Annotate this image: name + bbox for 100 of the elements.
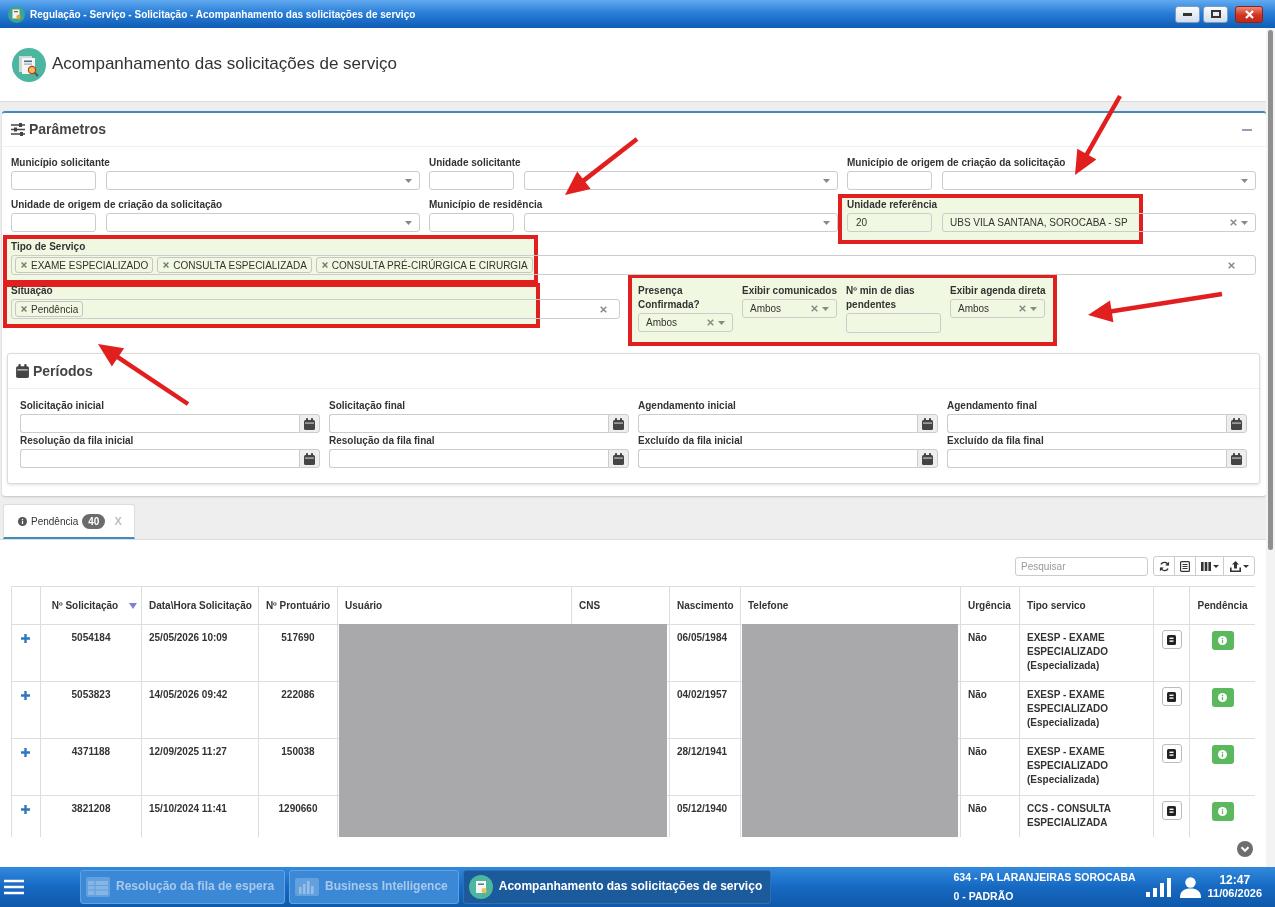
taskbar-button[interactable]: Acompanhamento das solicitações de serviço [462,870,772,904]
document-icon [1167,748,1176,759]
column-header[interactable]: Nº Prontuário [258,586,338,625]
menu-icon[interactable] [4,879,24,895]
date-field[interactable] [20,414,299,433]
plus-icon[interactable] [21,805,30,814]
details-button[interactable] [1161,687,1182,706]
calendar-button[interactable] [1226,414,1247,433]
refresh-icon [1158,560,1170,572]
tab[interactable]: Pendência 40 X [3,504,135,539]
close-button[interactable] [1235,5,1263,23]
details-button[interactable] [1161,744,1182,763]
export-button[interactable] [1223,556,1255,576]
select-field[interactable]: UBS VILA SANTANA, SOROCABA - SP [942,213,1256,232]
calendar-icon [613,417,624,430]
panel-title: Parâmetros [29,120,107,139]
info-icon [1218,807,1227,816]
multi-select-field[interactable]: Pendência [11,299,620,319]
remove-icon [21,306,27,312]
calendar-button[interactable] [1226,449,1247,468]
tag-chip[interactable]: CONSULTA ESPECIALIZADA [157,257,312,273]
plus-icon[interactable] [21,691,30,700]
date-field[interactable] [329,414,608,433]
code-field[interactable] [429,171,514,190]
field-label: Exibir agenda direta [950,284,1047,298]
clear-icon [1228,261,1235,269]
calendar-button[interactable] [917,414,938,433]
search-field[interactable]: Pesquisar [1015,556,1148,576]
date-field[interactable] [638,449,917,468]
calendar-button[interactable] [608,414,629,433]
field-label: Excluído da fila final [947,434,1045,448]
select-field[interactable]: Ambos [638,313,733,332]
date-field[interactable] [329,449,608,468]
column-header[interactable]: Tipo servico [1019,586,1154,625]
code-field[interactable] [11,171,96,190]
field-label: Unidade referência [847,198,939,212]
number-field[interactable] [846,313,941,333]
field-label: Exibir comunicados [742,284,839,298]
select-field[interactable] [524,171,838,190]
plus-icon[interactable] [21,748,30,757]
calendar-button[interactable] [299,414,320,433]
pendency-button[interactable] [1211,688,1234,707]
field-label: Tipo de Serviço [11,240,87,254]
columns-button[interactable] [1195,556,1224,576]
code-field[interactable]: 20 [847,213,932,232]
list-view-button[interactable] [1174,556,1196,576]
pendency-button[interactable] [1211,802,1234,821]
details-button[interactable] [1161,801,1182,820]
table-cell: Não [960,624,1020,682]
profile-name: 0 - PADRÃO [953,889,1015,904]
select-field[interactable]: Ambos [950,299,1045,318]
column-header[interactable]: Pendência [1189,586,1255,625]
field-label: Município de origem de criação da solicitação [847,156,1067,170]
calendar-button[interactable] [608,449,629,468]
field-label: Unidade de origem de criação da solicitação [11,198,224,212]
code-field[interactable] [847,171,932,190]
select-field[interactable] [942,171,1256,190]
page-title: Acompanhamento das solicitações de serviço [52,54,397,75]
table-cell: 14/05/2026 09:42 [141,681,259,739]
maximize-button[interactable] [1203,5,1228,23]
details-button[interactable] [1161,630,1182,649]
caret-icon [405,220,412,225]
minimize-icon [1183,12,1192,16]
table-cell: 5054184 [40,624,142,682]
user-icon[interactable] [1179,876,1201,898]
date-field[interactable] [20,449,299,468]
refresh-button[interactable] [1153,556,1175,576]
field-label: Agendamento inicial [638,399,737,413]
select-field[interactable]: Ambos [742,299,837,318]
minimize-button[interactable] [1175,5,1200,23]
chevron-down-icon[interactable] [1237,841,1253,857]
date-field[interactable] [947,414,1226,433]
scrollbar-thumb[interactable] [1268,30,1273,550]
column-header[interactable]: Nº Solicitação [40,586,142,625]
code-field[interactable] [429,213,514,232]
multi-select-field[interactable]: EXAME ESPECIALIZADO CONSULTA ESPECIALIZADA CONSULTA PRÉ-CIRÚRGICA E CIRURGIA [11,255,1256,275]
plus-icon[interactable] [21,634,30,643]
caret-icon [1241,178,1248,183]
pendency-button[interactable] [1211,745,1234,764]
field-label: Nº min de dias pendentes [846,284,916,312]
date-field[interactable] [638,414,917,433]
table-cell: 150038 [258,738,338,796]
pendency-button[interactable] [1211,631,1234,650]
select-field[interactable] [524,213,838,232]
table-cell: 06/05/1984 [669,624,741,682]
calendar-button[interactable] [917,449,938,468]
code-field[interactable] [11,213,96,232]
column-header[interactable]: Nascimento [669,586,741,625]
column-header[interactable]: Data\Hora Solicitação [141,586,259,625]
tag-chip[interactable]: Pendência [15,301,84,317]
field-label: Resolução da fila final [329,434,436,448]
tag-chip[interactable]: EXAME ESPECIALIZADO [15,257,154,273]
column-header[interactable]: Urgência [960,586,1020,625]
select-field[interactable] [106,213,420,232]
tag-chip[interactable]: CONSULTA PRÉ-CIRÚRGICA E CIRURGIA [315,257,533,273]
date-field[interactable] [947,449,1226,468]
caret-icon [1241,220,1248,225]
select-field[interactable] [106,171,420,190]
calendar-button[interactable] [299,449,320,468]
calendar-icon [16,364,29,378]
